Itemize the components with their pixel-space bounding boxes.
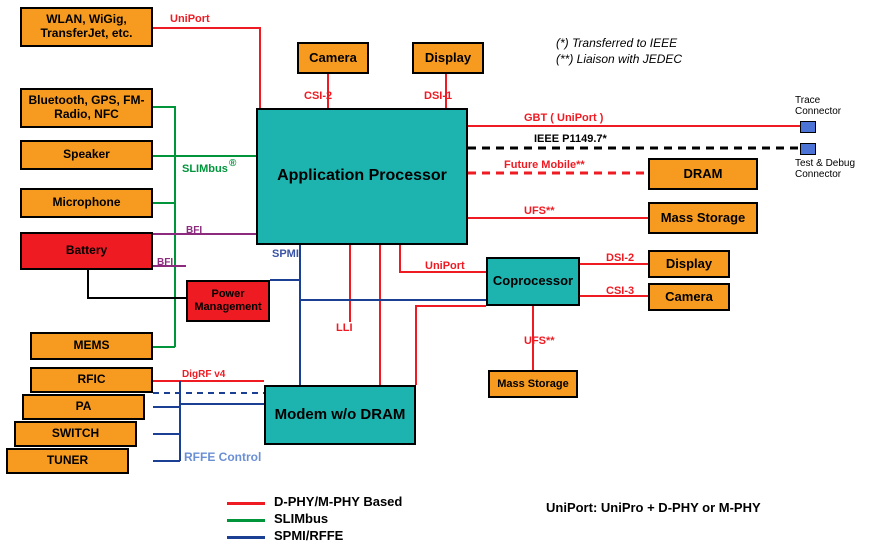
block-wlan: WLAN, WiGig, TransferJet, etc. [20, 7, 153, 47]
label-slimbus: SLIMbus [182, 163, 228, 175]
legend-swatch-spmi [227, 536, 265, 539]
trace-connector-icon [800, 121, 816, 133]
block-mems: MEMS [30, 332, 153, 360]
label-uniport-mid: UniPort [425, 260, 465, 272]
label-spmi: SPMI [272, 248, 299, 260]
block-display-top: Display [412, 42, 484, 74]
block-dram: DRAM [648, 158, 758, 190]
debug-connector-icon [800, 143, 816, 155]
label-rffe: RFFE Control [184, 450, 261, 464]
label-gbt: GBT ( UniPort ) [524, 112, 603, 124]
label-dsi2: DSI-2 [606, 252, 634, 264]
block-rfic: RFIC [30, 367, 153, 393]
block-switch: SWITCH [14, 421, 137, 447]
wiring-layer [0, 0, 869, 546]
legend-swatch-dphy [227, 502, 265, 505]
label-trace-connector: Trace Connector [795, 95, 855, 117]
label-bfi-2: BFI [157, 257, 173, 268]
label-digrf: DigRF v4 [182, 369, 225, 380]
legend-uniport: UniPort: UniPro + D-PHY or M-PHY [546, 500, 761, 515]
note-ieee: (*) Transferred to IEEE [556, 36, 677, 50]
label-ieee-p1149: IEEE P1149.7* [534, 133, 607, 145]
block-power-mgmt: Power Management [186, 280, 270, 322]
label-bfi-1: BFI [186, 225, 202, 236]
block-mass-storage: Mass Storage [648, 202, 758, 234]
block-camera-right: Camera [648, 283, 730, 311]
block-bluetooth: Bluetooth, GPS, FM-Radio, NFC [20, 88, 153, 128]
block-speaker: Speaker [20, 140, 153, 170]
note-jedec: (**) Liaison with JEDEC [556, 52, 682, 66]
label-dsi1: DSI-1 [424, 90, 452, 102]
legend-spmi: SPMI/RFFE [274, 528, 343, 543]
block-modem: Modem w/o DRAM [264, 385, 416, 445]
label-ufs1: UFS** [524, 205, 555, 217]
label-lli: LLI [336, 322, 353, 334]
label-csi2: CSI-2 [304, 90, 332, 102]
block-battery: Battery [20, 232, 153, 270]
block-pa: PA [22, 394, 145, 420]
label-uniport-top: UniPort [170, 13, 210, 25]
legend-swatch-slimbus [227, 519, 265, 522]
block-camera-top: Camera [297, 42, 369, 74]
label-future-mobile: Future Mobile** [504, 159, 585, 171]
legend-dphy: D-PHY/M-PHY Based [274, 494, 402, 509]
label-ufs2: UFS** [524, 335, 555, 347]
block-display-right: Display [648, 250, 730, 278]
block-app-processor: Application Processor [256, 108, 468, 245]
legend-slimbus: SLIMbus [274, 511, 328, 526]
block-tuner: TUNER [6, 448, 129, 474]
block-microphone: Microphone [20, 188, 153, 218]
block-coprocessor: Coprocessor [486, 257, 580, 306]
label-csi3: CSI-3 [606, 285, 634, 297]
label-debug-connector: Test & Debug Connector [795, 158, 865, 180]
block-mass-storage-2: Mass Storage [488, 370, 578, 398]
label-slimbus-reg: ® [229, 158, 236, 169]
